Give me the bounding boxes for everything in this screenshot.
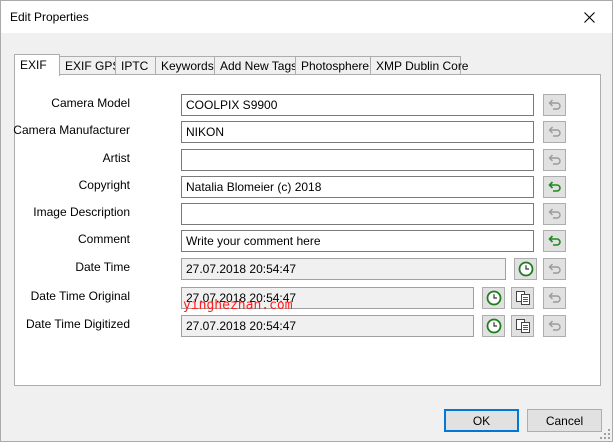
date-time-label: Date Time xyxy=(75,260,130,274)
date-time-digitized-revert-button[interactable] xyxy=(543,315,566,337)
camera-manufacturer-field[interactable]: NIKON xyxy=(181,121,534,143)
tab-keywords[interactable]: Keywords xyxy=(155,56,215,75)
date-time-digitized-copy-button[interactable] xyxy=(511,315,534,337)
resize-grip-icon[interactable] xyxy=(599,428,611,440)
date-time-original-revert-button[interactable] xyxy=(543,287,566,309)
date-time-digitized-clock-button[interactable] xyxy=(482,315,505,337)
undo-arrow-icon xyxy=(548,292,561,303)
camera-model-label: Camera Model xyxy=(51,96,130,110)
exif-panel: Camera Model COOLPIX S9900 Camera Manufa… xyxy=(13,74,601,386)
clock-icon xyxy=(518,261,533,277)
date-time-field[interactable]: 27.07.2018 20:54:47 xyxy=(181,258,506,280)
tab-iptc[interactable]: IPTC xyxy=(115,56,156,75)
close-icon xyxy=(583,11,595,23)
undo-arrow-icon xyxy=(548,320,561,331)
tab-add-new-tags[interactable]: Add New Tags xyxy=(214,56,297,75)
clock-icon xyxy=(486,318,501,334)
comment-field[interactable]: Write your comment here xyxy=(181,230,534,252)
undo-arrow-icon xyxy=(548,154,561,165)
image-description-revert-button[interactable] xyxy=(543,203,566,225)
tab-photosphere[interactable]: Photosphere xyxy=(295,56,371,75)
undo-arrow-icon xyxy=(548,99,561,110)
title-bar: Edit Properties xyxy=(1,1,612,33)
tab-xmp-dublin-core[interactable]: XMP Dublin Core xyxy=(370,56,468,75)
camera-model-revert-button[interactable] xyxy=(543,94,566,116)
image-description-label: Image Description xyxy=(33,205,130,219)
artist-label: Artist xyxy=(102,151,130,165)
copyright-field[interactable]: Natalia Blomeier (c) 2018 xyxy=(181,176,534,198)
date-time-digitized-label: Date Time Digitized xyxy=(25,317,130,331)
camera-manufacturer-label: Camera Manufacturer xyxy=(13,123,130,137)
cancel-button[interactable]: Cancel xyxy=(527,409,602,432)
date-time-clock-button[interactable] xyxy=(514,258,537,280)
tab-exif[interactable]: EXIF xyxy=(14,54,60,76)
comment-label: Comment xyxy=(77,232,130,246)
comment-revert-button[interactable] xyxy=(543,230,566,252)
copyright-revert-button[interactable] xyxy=(543,176,566,198)
tab-exif-gps[interactable]: EXIF GPS xyxy=(59,56,120,75)
date-time-original-copy-button[interactable] xyxy=(511,287,534,309)
artist-field[interactable] xyxy=(181,149,534,171)
camera-manufacturer-revert-button[interactable] xyxy=(543,121,566,143)
date-time-revert-button[interactable] xyxy=(543,258,566,280)
copyright-label: Copyright xyxy=(78,178,130,192)
undo-arrow-icon xyxy=(548,263,561,274)
date-time-digitized-field[interactable]: 27.07.2018 20:54:47 xyxy=(181,315,474,337)
undo-arrow-icon xyxy=(548,126,561,137)
artist-revert-button[interactable] xyxy=(543,149,566,171)
watermark-text: yinghezhan.com xyxy=(183,298,293,313)
undo-arrow-icon xyxy=(548,208,561,219)
date-time-original-clock-button[interactable] xyxy=(482,287,505,309)
date-time-original-label: Date Time Original xyxy=(30,289,130,303)
close-button[interactable] xyxy=(566,1,612,33)
window-title: Edit Properties xyxy=(10,10,89,24)
clock-icon xyxy=(486,290,501,306)
copy-icon xyxy=(515,291,530,305)
ok-button[interactable]: OK xyxy=(444,409,519,432)
camera-model-field[interactable]: COOLPIX S9900 xyxy=(181,94,534,116)
image-description-field[interactable] xyxy=(181,203,534,225)
undo-arrow-icon xyxy=(547,235,561,246)
undo-arrow-icon xyxy=(547,181,561,192)
copy-icon xyxy=(515,319,530,333)
edit-properties-dialog: Edit Properties EXIF EXIF GPS IPTC Keywo… xyxy=(0,0,613,442)
